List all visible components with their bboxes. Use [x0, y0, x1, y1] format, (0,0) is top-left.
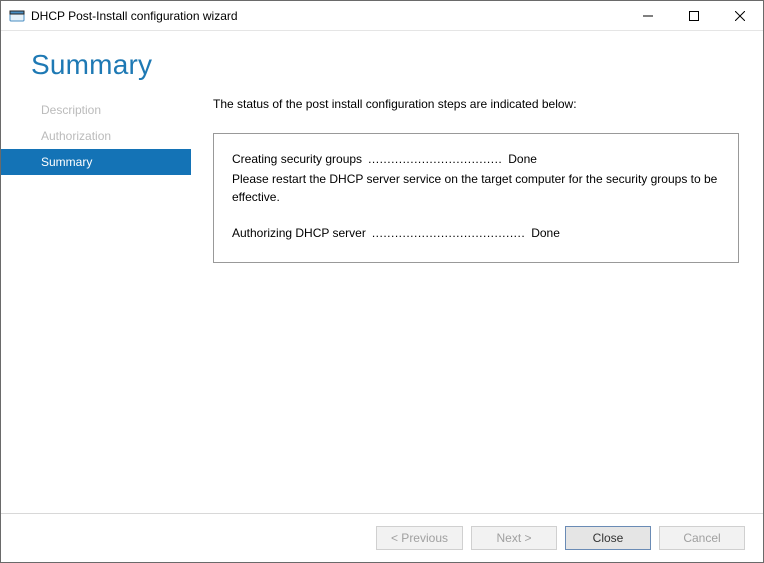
sidebar-item-summary[interactable]: Summary — [1, 149, 191, 175]
cancel-button: Cancel — [659, 526, 745, 550]
maximize-button[interactable] — [671, 1, 717, 30]
sidebar-item-description[interactable]: Description — [1, 97, 191, 123]
window-controls — [625, 1, 763, 30]
status-box: Creating security groups ...............… — [213, 133, 739, 263]
minimize-button[interactable] — [625, 1, 671, 30]
content-row: Description Authorization Summary The st… — [1, 93, 763, 513]
close-button[interactable]: Close — [565, 526, 651, 550]
window-title: DHCP Post-Install configuration wizard — [31, 9, 625, 23]
close-window-button[interactable] — [717, 1, 763, 30]
sidebar-item-authorization[interactable]: Authorization — [1, 123, 191, 149]
status-dots: ................................... — [368, 150, 502, 168]
wizard-body: Summary Description Authorization Summar… — [1, 31, 763, 562]
status-line-security-groups: Creating security groups ...............… — [232, 150, 720, 168]
page-title: Summary — [31, 49, 763, 81]
main-pane: The status of the post install configura… — [191, 93, 763, 513]
intro-text: The status of the post install configura… — [213, 97, 739, 111]
wizard-sidebar: Description Authorization Summary — [1, 93, 191, 513]
status-label: Creating security groups — [232, 150, 362, 168]
title-bar: DHCP Post-Install configuration wizard — [1, 1, 763, 31]
status-result: Done — [508, 150, 537, 168]
previous-button: < Previous — [376, 526, 463, 550]
app-icon — [9, 8, 25, 24]
wizard-footer: < Previous Next > Close Cancel — [1, 513, 763, 562]
status-dots: ........................................ — [372, 224, 525, 242]
status-note: Please restart the DHCP server service o… — [232, 170, 720, 206]
status-result: Done — [531, 224, 560, 242]
next-button: Next > — [471, 526, 557, 550]
status-line-authorize: Authorizing DHCP server ................… — [232, 224, 720, 242]
status-label: Authorizing DHCP server — [232, 224, 366, 242]
wizard-window: DHCP Post-Install configuration wizard S… — [0, 0, 764, 563]
header-area: Summary — [1, 31, 763, 93]
